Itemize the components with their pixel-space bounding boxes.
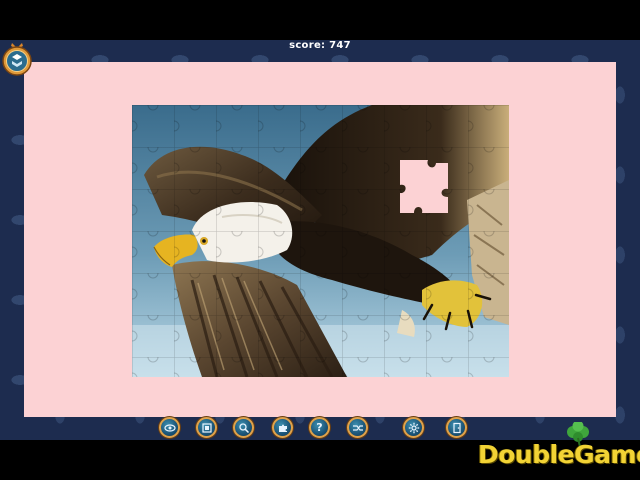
gear-icon[interactable] <box>403 417 424 438</box>
help-glyph: ? <box>316 421 323 434</box>
missing-piece-slot[interactable] <box>400 160 448 213</box>
score-label: score: 747 <box>289 40 351 51</box>
help-icon[interactable]: ? <box>309 417 330 438</box>
exit-door-icon[interactable] <box>446 417 467 438</box>
magnify-icon[interactable] <box>233 417 254 438</box>
dropbox-box-icon <box>2 43 32 76</box>
shuffle-icon[interactable] <box>347 417 368 438</box>
menu-button[interactable] <box>1 41 33 77</box>
eagle-puzzle-image[interactable] <box>132 105 509 377</box>
doublegames-watermark: DoubleGames <box>474 422 640 480</box>
watermark-text: DoubleGames <box>478 440 640 469</box>
letterbox-top <box>0 0 640 40</box>
background-icon[interactable] <box>196 417 217 438</box>
puzzle-piece-icon[interactable] <box>272 417 293 438</box>
eye-icon[interactable] <box>159 417 180 438</box>
eagle-photo <box>132 105 509 377</box>
